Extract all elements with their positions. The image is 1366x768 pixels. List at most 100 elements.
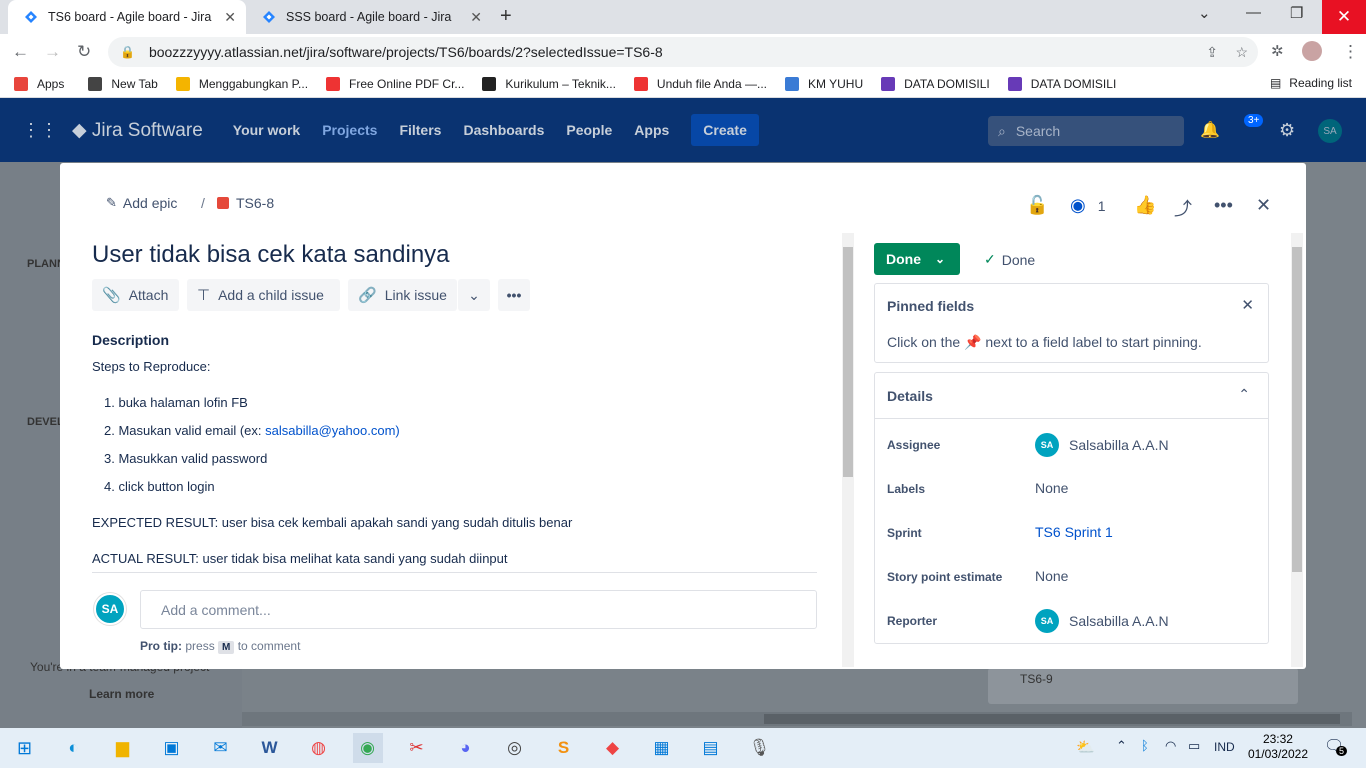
nav-dashboards[interactable]: Dashboards (463, 122, 544, 138)
bookmark-star-icon[interactable]: ☆ (1235, 44, 1248, 61)
microphone-icon[interactable]: 🎙 (745, 733, 775, 763)
bookmark-item[interactable]: Kurikulum – Teknik... (482, 76, 616, 91)
media-icon[interactable]: ◎ (500, 733, 530, 763)
browser-tab-active[interactable]: TS6 board - Agile board - Jira ✕ (8, 0, 246, 34)
left-scrollbar[interactable] (842, 233, 854, 667)
store-icon[interactable]: ▣ (157, 733, 187, 763)
bookmark-item[interactable]: New Tab (88, 76, 158, 91)
bookmark-item[interactable]: DATA DOMISILI (1007, 76, 1116, 91)
bookmark-item[interactable]: Apps (14, 76, 64, 91)
app-icon[interactable]: ◍ (304, 733, 334, 763)
details-header[interactable]: Details ⌃ (875, 373, 1268, 419)
sublime-icon[interactable]: S (549, 733, 579, 763)
issue-key-link[interactable]: TS6-8 (217, 195, 274, 211)
close-icon[interactable]: ✕ (1241, 296, 1254, 314)
snipping-icon[interactable]: ✂ (402, 733, 432, 763)
sprint-field[interactable]: TS6 Sprint 1 (1035, 524, 1113, 540)
learn-more-link[interactable]: Learn more (89, 687, 154, 701)
new-tab-icon[interactable]: + (500, 5, 512, 28)
address-bar[interactable]: 🔒 boozzzyyyy.atlassian.net/jira/software… (108, 37, 1258, 67)
board-horizontal-scrollbar[interactable] (242, 712, 1352, 726)
file-explorer-icon[interactable]: ▆ (108, 733, 138, 763)
mail-icon[interactable]: ✉ (206, 733, 236, 763)
nav-filters[interactable]: Filters (399, 122, 441, 138)
more-actions-icon[interactable]: ••• (1214, 195, 1233, 216)
link-issue-button[interactable]: 🔗 Link issue (348, 279, 457, 311)
notifications-icon[interactable]: 🔔 (1200, 120, 1220, 140)
word-icon[interactable]: W (255, 733, 285, 763)
bluetooth-icon[interactable]: ᛒ (1141, 738, 1149, 753)
reading-list[interactable]: ▤ Reading list (1270, 76, 1352, 90)
tab-search-icon[interactable]: ⌄ (1198, 4, 1211, 22)
reload-icon[interactable]: ↻ (77, 42, 91, 62)
bookmark-item[interactable]: KM YUHU (785, 76, 863, 91)
forward-icon[interactable]: → (44, 42, 61, 62)
clock[interactable]: 23:32 01/03/2022 (1248, 732, 1308, 762)
check-icon: ✓ (984, 251, 996, 267)
bookmark-item[interactable]: Menggabungkan P... (175, 76, 308, 91)
edge-icon[interactable]: ◐ (59, 733, 89, 763)
link-dropdown-button[interactable]: ⌄ (458, 279, 490, 311)
nav-projects[interactable]: Projects (322, 122, 377, 138)
restore-icon[interactable]: ❐ (1290, 4, 1303, 22)
battery-icon[interactable]: ▭ (1188, 738, 1200, 754)
close-icon[interactable]: ✕ (1256, 195, 1271, 216)
nav-your-work[interactable]: Your work (233, 122, 300, 138)
back-icon[interactable]: ← (12, 42, 29, 62)
add-child-issue-button[interactable]: ⊤ Add a child issue (187, 279, 340, 311)
thumbs-up-icon[interactable]: 👍 (1134, 195, 1156, 216)
jira-logo[interactable]: ◆ Jira Software (72, 119, 203, 142)
tab-title: SSS board - Agile board - Jira (286, 10, 452, 24)
scrollbar-thumb[interactable] (843, 247, 853, 477)
more-button[interactable]: ••• (498, 279, 530, 311)
weather-icon[interactable]: ⛅ (1076, 738, 1095, 756)
jira-search-input[interactable]: ⌕ Search (988, 116, 1184, 146)
board-card[interactable]: TS6-9 (988, 668, 1298, 704)
right-scrollbar[interactable] (1291, 233, 1303, 667)
add-epic-button[interactable]: ✎ Add epic (106, 195, 177, 211)
profile-avatar[interactable] (1302, 41, 1322, 61)
issue-title[interactable]: User tidak bisa cek kata sandinya (92, 241, 450, 269)
chevron-up-icon[interactable]: ⌃ (1116, 738, 1127, 754)
assignee-field[interactable]: SA Salsabilla A.A.N (1035, 433, 1169, 457)
menu-kebab-icon[interactable]: ⋮ (1342, 42, 1359, 62)
nav-apps[interactable]: Apps (634, 122, 669, 138)
watch-button[interactable]: ◉ 1 (1070, 195, 1106, 216)
bookmark-item[interactable]: Free Online PDF Cr... (326, 76, 464, 91)
nav-people[interactable]: People (566, 122, 612, 138)
bookmark-item[interactable]: DATA DOMISILI (881, 76, 990, 91)
calendar-icon[interactable]: ▦ (647, 733, 677, 763)
close-tab-icon[interactable]: ✕ (224, 9, 236, 26)
status-dropdown[interactable]: Done ⌄ (874, 243, 960, 275)
git-icon[interactable]: ◆ (598, 733, 628, 763)
laptop-icon (785, 76, 799, 91)
scrollbar-thumb[interactable] (764, 714, 1340, 724)
labels-field[interactable]: None (1035, 480, 1068, 496)
language-indicator[interactable]: IND (1214, 740, 1235, 754)
reporter-field[interactable]: SA Salsabilla A.A.N (1035, 609, 1169, 633)
email-link[interactable]: salsabilla@yahoo.com (265, 423, 395, 438)
create-button[interactable]: Create (691, 114, 759, 146)
share-icon[interactable]: ⇪ (1206, 44, 1218, 61)
lock-icon[interactable]: 🔓 (1026, 195, 1048, 216)
close-tab-icon[interactable]: ✕ (470, 9, 482, 26)
app-switcher-icon[interactable]: ⋮⋮ (22, 120, 58, 141)
browser-tab[interactable]: SSS board - Agile board - Jira ✕ (246, 0, 492, 34)
story-points-field[interactable]: None (1035, 568, 1068, 584)
bookmark-item[interactable]: Unduh file Anda —... (633, 76, 767, 91)
windows-start-icon[interactable]: ⊞ (10, 733, 40, 763)
share-icon[interactable]: ⤴ (1174, 195, 1192, 221)
discord-icon[interactable]: ◕ (451, 733, 481, 763)
minimize-icon[interactable]: — (1246, 4, 1261, 21)
wifi-icon[interactable]: ◠ (1165, 738, 1176, 754)
chrome-icon[interactable]: ◉ (352, 733, 383, 763)
scrollbar-thumb[interactable] (1292, 247, 1302, 572)
attach-button[interactable]: 📎 Attach (92, 279, 179, 311)
comment-input[interactable]: Add a comment... (140, 590, 817, 629)
extensions-icon[interactable]: ✲ (1271, 42, 1284, 60)
remote-desktop-icon[interactable]: ▤ (696, 733, 726, 763)
settings-icon[interactable]: ⚙ (1279, 120, 1295, 141)
link-icon: 🔗 (358, 287, 377, 304)
window-close-icon[interactable]: ✕ (1322, 0, 1366, 34)
user-avatar[interactable]: SA (1318, 119, 1342, 143)
